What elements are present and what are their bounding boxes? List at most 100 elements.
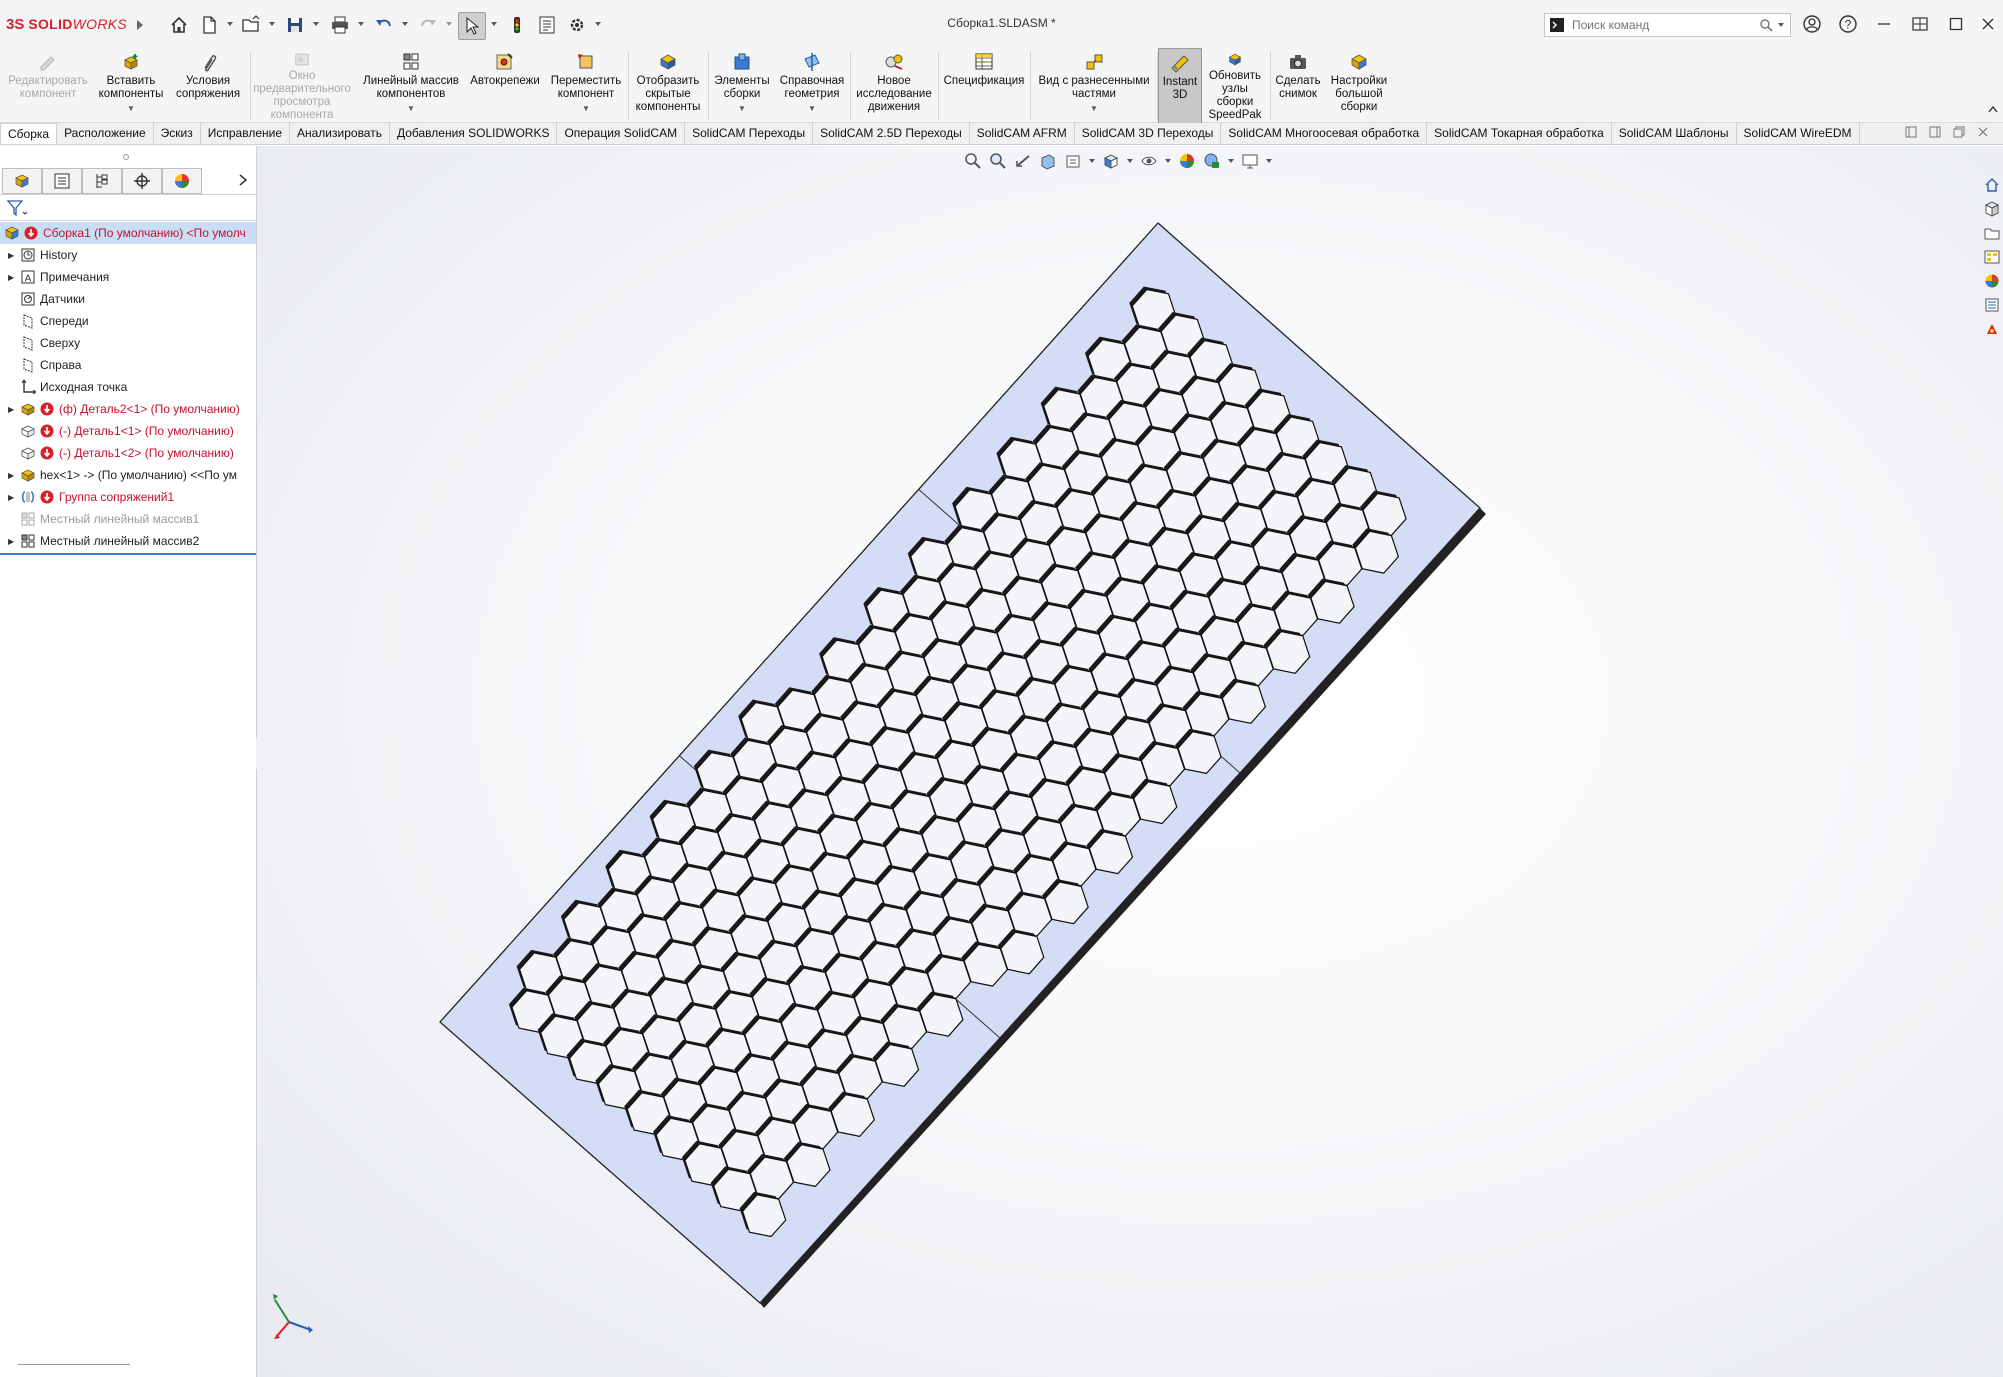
tree-item-local-pattern-2[interactable]: ▶ Местный линейный массив2 [0, 530, 256, 552]
custom-properties-icon[interactable] [1982, 294, 2002, 316]
expand-arrow-icon[interactable]: ▶ [8, 273, 18, 282]
chevron-down-icon[interactable] [1163, 151, 1173, 171]
maximize-icon[interactable] [1942, 12, 1970, 36]
exploded-view-button[interactable]: Вид с разнесенными частями ▼ [1032, 48, 1156, 122]
solidworks-logo[interactable]: 3S SOLIDWORKS [6, 14, 127, 34]
tab-solidcam-templates[interactable]: SolidCAM Шаблоны [1612, 123, 1737, 144]
menu-expand-arrow-icon[interactable] [127, 12, 153, 38]
zoom-to-fit-icon[interactable] [962, 151, 984, 171]
chevron-down-icon[interactable]: ▼ [1090, 102, 1098, 115]
reference-geometry-button[interactable]: Справочная геометрия ▼ [776, 48, 848, 122]
honeycomb-plate-model[interactable] [257, 146, 2003, 1377]
chevron-down-icon[interactable] [490, 20, 498, 28]
design-library-icon[interactable] [1982, 198, 2002, 220]
tab-solidcam-turning[interactable]: SolidCAM Токарная обработка [1427, 123, 1612, 144]
minimize-icon[interactable] [1870, 12, 1898, 36]
tree-item-local-pattern-1[interactable]: Местный линейный массив1 [0, 508, 256, 530]
print-icon[interactable] [327, 12, 353, 38]
solidcam-icon[interactable] [1982, 318, 2002, 340]
chevron-down-icon[interactable] [1226, 151, 1236, 171]
previous-view-icon[interactable] [1012, 151, 1034, 171]
tree-item-annotations[interactable]: ▶ A Примечания [0, 266, 256, 288]
expand-arrow-icon[interactable]: ▶ [8, 471, 18, 480]
chevron-down-icon[interactable] [401, 20, 409, 28]
expand-arrow-icon[interactable]: ▶ [8, 493, 18, 502]
tab-solidworks-addins[interactable]: Добавления SOLIDWORKS [390, 123, 558, 144]
expand-arrow-icon[interactable]: ▶ [8, 251, 18, 260]
tab-sketch[interactable]: Эскиз [154, 123, 201, 144]
panel-scroll-track[interactable] [18, 1364, 130, 1365]
instant-3d-button[interactable]: Instant 3D [1158, 48, 1202, 124]
account-icon[interactable] [1798, 12, 1826, 36]
help-icon[interactable]: ? [1834, 12, 1862, 36]
apply-scene-icon[interactable] [1201, 151, 1223, 171]
mate-button[interactable]: Условия сопряжения [170, 48, 246, 122]
property-manager-tab[interactable] [42, 168, 82, 194]
chevron-down-icon[interactable]: ▼ [127, 102, 135, 115]
tree-item-part1-1[interactable]: (-) Деталь1<1> (По умолчанию) [0, 420, 256, 442]
tile-horizontal-icon[interactable] [1905, 126, 1917, 141]
smart-fasteners-button[interactable]: Автокрепежи [468, 48, 542, 122]
new-motion-study-button[interactable]: Новое исследование движения [852, 48, 936, 122]
chevron-down-icon[interactable] [1264, 151, 1274, 171]
chevron-down-icon[interactable] [445, 20, 453, 28]
new-document-icon[interactable] [196, 12, 222, 38]
close-document-icon[interactable] [1977, 126, 1989, 141]
hide-show-items-icon[interactable] [1138, 151, 1160, 171]
view-palette-icon[interactable] [1982, 246, 2002, 268]
chevron-down-icon[interactable]: ▼ [808, 102, 816, 115]
chevron-right-icon[interactable] [238, 173, 248, 190]
tree-item-right-plane[interactable]: Справа [0, 354, 256, 376]
file-explorer-icon[interactable] [1982, 222, 2002, 244]
dynamic-annotation-icon[interactable] [1062, 151, 1084, 171]
expand-arrow-icon[interactable]: ▶ [8, 537, 18, 546]
section-view-icon[interactable] [1037, 151, 1059, 171]
collapse-ribbon-icon[interactable] [1988, 102, 1998, 116]
gear-icon[interactable] [564, 12, 590, 38]
tree-item-top-plane[interactable]: Сверху [0, 332, 256, 354]
rebuild-traffic-light-icon[interactable] [504, 12, 530, 38]
rollback-bar[interactable] [0, 553, 256, 555]
chevron-down-icon[interactable] [1087, 151, 1097, 171]
tree-item-front-plane[interactable]: Спереди [0, 310, 256, 332]
appearances-scenes-icon[interactable] [1982, 270, 2002, 292]
chevron-down-icon[interactable] [1125, 151, 1135, 171]
chevron-down-icon[interactable] [1777, 21, 1785, 29]
tab-solidcam-transitions[interactable]: SolidCAM Переходы [685, 123, 814, 144]
large-assembly-settings-button[interactable]: Настройки большой сборки [1326, 48, 1392, 122]
view-orientation-icon[interactable] [1100, 151, 1122, 171]
chevron-down-icon[interactable] [594, 20, 602, 28]
insert-components-button[interactable]: Вставить компоненты ▼ [96, 48, 166, 122]
tree-item-part1-2[interactable]: (-) Деталь1<2> (По умолчанию) [0, 442, 256, 464]
search-icon[interactable] [1759, 18, 1773, 32]
tile-windows-icon[interactable] [1906, 12, 1934, 36]
tab-layout[interactable]: Расположение [57, 123, 154, 144]
tab-solidcam-operation[interactable]: Операция SolidCAM [557, 123, 686, 144]
linear-component-pattern-button[interactable]: Линейный массив компонентов ▼ [356, 48, 466, 122]
redo-icon[interactable] [415, 12, 441, 38]
select-pointer-icon[interactable] [458, 12, 486, 40]
assembly-features-button[interactable]: Элементы сборки ▼ [710, 48, 774, 122]
home-icon[interactable] [166, 12, 192, 38]
command-search-box[interactable] [1544, 13, 1791, 37]
tab-solidcam-multiaxis[interactable]: SolidCAM Многоосевая обработка [1221, 123, 1428, 144]
graphics-area[interactable] [257, 146, 2003, 1377]
tree-item-origin[interactable]: Исходная точка [0, 376, 256, 398]
chevron-down-icon[interactable]: ▼ [407, 102, 415, 115]
dimxpert-manager-tab[interactable] [122, 168, 162, 194]
edit-component-button[interactable]: Редактировать компонент [2, 48, 94, 122]
tab-solidcam-afrm[interactable]: SolidCAM AFRM [970, 123, 1075, 144]
expand-arrow-icon[interactable]: ▶ [8, 405, 18, 414]
tab-solidcam-wireedm[interactable]: SolidCAM WireEDM [1737, 123, 1860, 144]
tree-item-sensors[interactable]: Датчики [0, 288, 256, 310]
tree-item-part2-1[interactable]: ▶ (ф) Деталь2<1> (По умолчанию) [0, 398, 256, 420]
edit-appearance-icon[interactable] [1176, 151, 1198, 171]
chevron-down-icon[interactable] [357, 20, 365, 28]
take-snapshot-button[interactable]: Сделать снимок [1272, 48, 1324, 122]
configuration-manager-tab[interactable] [82, 168, 122, 194]
tab-solidcam-3d[interactable]: SolidCAM 3D Переходы [1075, 123, 1222, 144]
panel-grip-icon[interactable] [122, 150, 130, 164]
view-settings-icon[interactable] [1239, 151, 1261, 171]
solidworks-resources-icon[interactable] [1982, 174, 2002, 196]
bill-of-materials-button[interactable]: Спецификация [940, 48, 1028, 122]
